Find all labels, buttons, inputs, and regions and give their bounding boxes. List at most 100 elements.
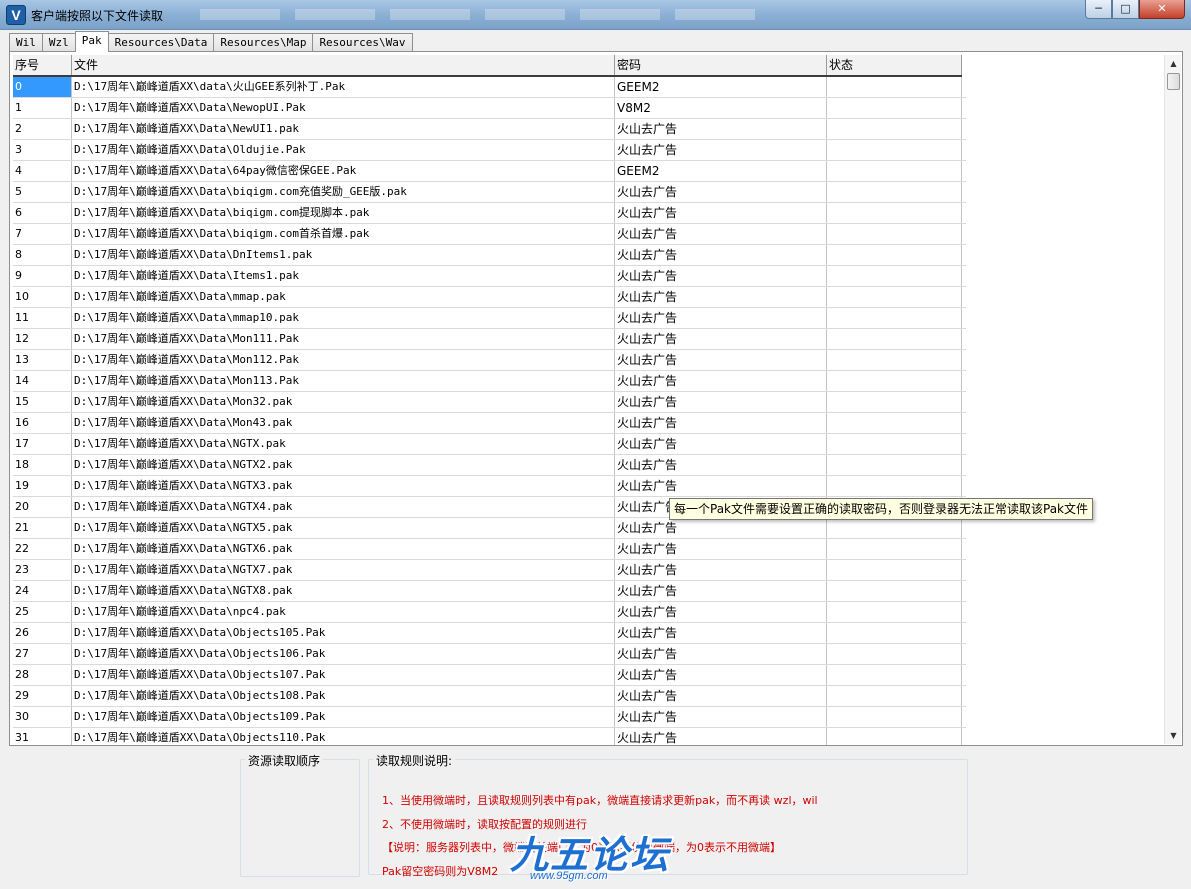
header-index[interactable]: 序号 [13,55,72,75]
scroll-thumb[interactable] [1167,73,1180,90]
cell-file: D:\17周年\巅峰道盾XX\Data\NGTX.pak [72,434,615,454]
cell-password[interactable]: 火山去广告 [615,539,827,559]
table-row[interactable]: 15 D:\17周年\巅峰道盾XX\Data\Mon32.pak 火山去广告 [13,392,966,413]
cell-status [827,203,962,223]
table-row[interactable]: 30 D:\17周年\巅峰道盾XX\Data\Objects109.Pak 火山去广… [13,707,966,728]
table-row[interactable]: 3 D:\17周年\巅峰道盾XX\Data\Oldujie.Pak 火山去广告 [13,140,966,161]
cell-file: D:\17周年\巅峰道盾XX\Data\NGTX6.pak [72,539,615,559]
table-row[interactable]: 7 D:\17周年\巅峰道盾XX\Data\biqigm.com首杀首爆.pak 火… [13,224,966,245]
cell-file: D:\17周年\巅峰道盾XX\Data\NGTX7.pak [72,560,615,580]
header-file[interactable]: 文件 [72,55,615,75]
table-row[interactable]: 0 D:\17周年\巅峰道盾XX\data\火山GEE系列补丁.Pak GEEM2 [13,77,966,98]
table-row[interactable]: 27 D:\17周年\巅峰道盾XX\Data\Objects106.Pak 火山去广… [13,644,966,665]
table-row[interactable]: 18 D:\17周年\巅峰道盾XX\Data\NGTX2.pak 火山去广告 [13,455,966,476]
tab-strip: Wil Wzl Pak Resources\Data Resources\Map Reso… [9,31,413,52]
rule-line: 1、当使用微端时，且读取规则列表中有pak，微端直接请求更新pak，而不再读 w… [382,794,818,807]
cell-index: 20 [13,497,72,517]
table-row[interactable]: 26 D:\17周年\巅峰道盾XX\Data\Objects105.Pak 火山去广… [13,623,966,644]
resource-order-label: 资源读取顺序 [245,752,324,769]
tab-4[interactable]: Resources\Map [213,33,314,51]
cell-password[interactable]: 火山去广告 [615,308,827,328]
minimize-button[interactable]: ─ [1085,0,1112,19]
table-row[interactable]: 25 D:\17周年\巅峰道盾XX\Data\npc4.pak 火山去广告 [13,602,966,623]
table-row[interactable]: 19 D:\17周年\巅峰道盾XX\Data\NGTX3.pak 火山去广告 [13,476,966,497]
tab-1[interactable]: Wzl [41,33,76,51]
cell-index: 14 [13,371,72,391]
cell-password[interactable]: 火山去广告 [615,581,827,601]
cell-file: D:\17周年\巅峰道盾XX\Data\NGTX3.pak [72,476,615,496]
table-row[interactable]: 10 D:\17周年\巅峰道盾XX\Data\mmap.pak 火山去广告 [13,287,966,308]
vertical-scrollbar[interactable]: ▲ ▼ [1164,55,1181,744]
cell-password[interactable]: 火山去广告 [615,455,827,475]
table-row[interactable]: 11 D:\17周年\巅峰道盾XX\Data\mmap10.pak 火山去广告 [13,308,966,329]
cell-status [827,560,962,580]
table-row[interactable]: 29 D:\17周年\巅峰道盾XX\Data\Objects108.Pak 火山去广… [13,686,966,707]
cell-password[interactable]: 火山去广告 [615,560,827,580]
table-row[interactable]: 4 D:\17周年\巅峰道盾XX\Data\64pay微信密保GEE.Pak GEE… [13,161,966,182]
cell-file: D:\17周年\巅峰道盾XX\data\火山GEE系列补丁.Pak [72,77,615,97]
cell-password[interactable]: 火山去广告 [615,203,827,223]
cell-password[interactable]: GEEM2 [615,161,827,181]
table-row[interactable]: 16 D:\17周年\巅峰道盾XX\Data\Mon43.pak 火山去广告 [13,413,966,434]
table-row[interactable]: 8 D:\17周年\巅峰道盾XX\Data\DnItems1.pak 火山去广告 [13,245,966,266]
tab-3[interactable]: Resources\Data [107,33,215,51]
table-row[interactable]: 28 D:\17周年\巅峰道盾XX\Data\Objects107.Pak 火山去广… [13,665,966,686]
cell-password[interactable]: GEEM2 [615,77,827,97]
cell-password[interactable]: 火山去广告 [615,686,827,706]
cell-password[interactable]: 火山去广告 [615,140,827,160]
maximize-button[interactable]: □ [1112,0,1139,19]
scroll-down-arrow-icon[interactable]: ▼ [1165,727,1182,744]
table-row[interactable]: 23 D:\17周年\巅峰道盾XX\Data\NGTX7.pak 火山去广告 [13,560,966,581]
cell-password[interactable]: 火山去广告 [615,728,827,745]
table-row[interactable]: 6 D:\17周年\巅峰道盾XX\Data\biqigm.com提现脚本.pak 火… [13,203,966,224]
table-row[interactable]: 12 D:\17周年\巅峰道盾XX\Data\Mon111.Pak 火山去广告 [13,329,966,350]
cell-password[interactable]: 火山去广告 [615,392,827,412]
table-row[interactable]: 22 D:\17周年\巅峰道盾XX\Data\NGTX6.pak 火山去广告 [13,539,966,560]
table-row[interactable]: 5 D:\17周年\巅峰道盾XX\Data\biqigm.com充值奖励_GEE版… [13,182,966,203]
cell-password[interactable]: 火山去广告 [615,329,827,349]
cell-index: 27 [13,644,72,664]
cell-password[interactable]: 火山去广告 [615,245,827,265]
cell-password[interactable]: 火山去广告 [615,434,827,454]
cell-index: 5 [13,182,72,202]
scroll-up-arrow-icon[interactable]: ▲ [1165,55,1182,72]
cell-password[interactable]: 火山去广告 [615,623,827,643]
table-row[interactable]: 31 D:\17周年\巅峰道盾XX\Data\Objects110.Pak 火山去广… [13,728,966,745]
cell-file: D:\17周年\巅峰道盾XX\Data\NewUI1.pak [72,119,615,139]
cell-password[interactable]: 火山去广告 [615,413,827,433]
cell-status [827,728,962,745]
cell-password[interactable]: 火山去广告 [615,224,827,244]
cell-password[interactable]: 火山去广告 [615,287,827,307]
table-row[interactable]: 2 D:\17周年\巅峰道盾XX\Data\NewUI1.pak 火山去广告 [13,119,966,140]
cell-password[interactable]: 火山去广告 [615,602,827,622]
cell-password[interactable]: 火山去广告 [615,119,827,139]
cell-password[interactable]: 火山去广告 [615,518,827,538]
close-button[interactable]: ✕ [1139,0,1185,19]
table-row[interactable]: 13 D:\17周年\巅峰道盾XX\Data\Mon112.Pak 火山去广告 [13,350,966,371]
cell-file: D:\17周年\巅峰道盾XX\Data\Oldujie.Pak [72,140,615,160]
tab-0[interactable]: Wil [9,33,43,51]
header-status[interactable]: 状态 [827,55,962,75]
table-row[interactable]: 1 D:\17周年\巅峰道盾XX\Data\NewopUI.Pak V8M2 [13,98,966,119]
cell-password[interactable]: V8M2 [615,98,827,118]
cell-password[interactable]: 火山去广告 [615,665,827,685]
cell-file: D:\17周年\巅峰道盾XX\Data\Mon43.pak [72,413,615,433]
cell-password[interactable]: 火山去广告 [615,644,827,664]
table-row[interactable]: 9 D:\17周年\巅峰道盾XX\Data\Items1.pak 火山去广告 [13,266,966,287]
cell-password[interactable]: 火山去广告 [615,182,827,202]
cell-file: D:\17周年\巅峰道盾XX\Data\biqigm.com首杀首爆.pak [72,224,615,244]
table-row[interactable]: 21 D:\17周年\巅峰道盾XX\Data\NGTX5.pak 火山去广告 [13,518,966,539]
header-password[interactable]: 密码 [615,55,827,75]
cell-status [827,413,962,433]
title-bar[interactable]: V 客户端按照以下文件读取 ─ □ ✕ [0,0,1191,30]
table-row[interactable]: 24 D:\17周年\巅峰道盾XX\Data\NGTX8.pak 火山去广告 [13,581,966,602]
cell-password[interactable]: 火山去广告 [615,266,827,286]
cell-password[interactable]: 火山去广告 [615,350,827,370]
cell-password[interactable]: 火山去广告 [615,371,827,391]
table-row[interactable]: 17 D:\17周年\巅峰道盾XX\Data\NGTX.pak 火山去广告 [13,434,966,455]
cell-password[interactable]: 火山去广告 [615,476,827,496]
cell-password[interactable]: 火山去广告 [615,707,827,727]
tab-5[interactable]: Resources\Wav [312,33,413,51]
tab-2[interactable]: Pak [74,31,109,52]
table-row[interactable]: 14 D:\17周年\巅峰道盾XX\Data\Mon113.Pak 火山去广告 [13,371,966,392]
